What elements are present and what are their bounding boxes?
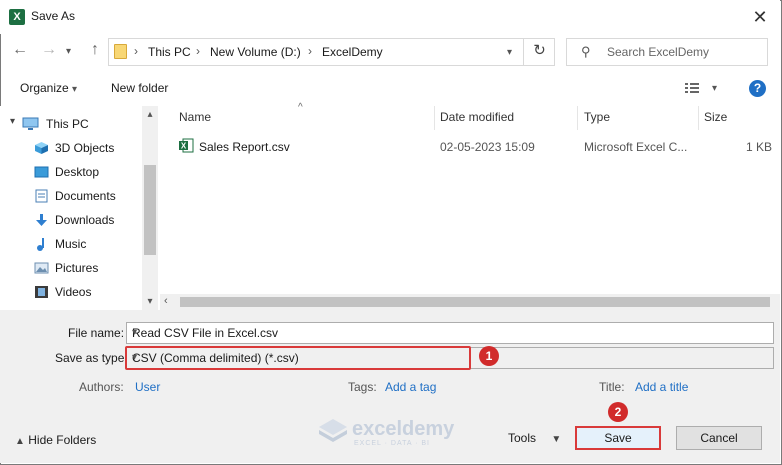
- tags-value[interactable]: Add a tag: [385, 380, 436, 394]
- breadcrumb-separator[interactable]: ›: [196, 44, 200, 58]
- title-label: Title:: [599, 380, 625, 394]
- new-folder-button[interactable]: New folder: [111, 81, 168, 95]
- window-title: Save As: [31, 9, 76, 23]
- scroll-down-icon[interactable]: ▾: [142, 296, 158, 307]
- search-placeholder[interactable]: Search ExcelDemy: [607, 45, 709, 59]
- sidebar-item-label: 3D Objects: [55, 141, 115, 155]
- desktop-icon: [34, 165, 49, 179]
- column-header-size[interactable]: Size: [704, 110, 727, 124]
- close-icon[interactable]: ✕: [748, 6, 772, 28]
- sort-ascending-icon: ^: [298, 102, 303, 113]
- organize-label: Organize: [20, 81, 69, 95]
- file-name-label: File name:: [68, 326, 125, 340]
- title-bar: X Save As ✕: [0, 0, 780, 34]
- chevron-up-icon: ▲: [15, 436, 25, 447]
- pictures-icon: [34, 261, 49, 275]
- step-badge-1: 1: [479, 346, 499, 366]
- scroll-left-icon[interactable]: ‹: [164, 295, 168, 307]
- column-header-type[interactable]: Type: [584, 110, 610, 124]
- horizontal-scroll-thumb[interactable]: [180, 297, 770, 307]
- column-divider[interactable]: [577, 106, 578, 130]
- breadcrumb-separator[interactable]: ›: [308, 44, 312, 58]
- highlight-box: [125, 346, 471, 370]
- sidebar-item-pictures[interactable]: Pictures: [0, 256, 142, 280]
- organize-button[interactable]: Organize ▾: [20, 81, 77, 95]
- sidebar-item-label: Downloads: [55, 213, 115, 227]
- authors-value[interactable]: User: [135, 380, 160, 394]
- pc-icon: [22, 117, 39, 131]
- svg-text:X: X: [181, 142, 187, 151]
- videos-icon: [34, 285, 49, 299]
- file-name[interactable]: Sales Report.csv: [199, 140, 290, 154]
- sidebar-item-this-pc[interactable]: ▾ This PC: [0, 112, 142, 136]
- sidebar-item-label: This PC: [46, 117, 89, 131]
- chevron-down-icon[interactable]: ▾: [132, 327, 767, 338]
- watermark-tagline: EXCEL · DATA · BI: [354, 440, 430, 447]
- help-icon[interactable]: ?: [749, 80, 766, 97]
- chevron-down-icon: ▾: [72, 84, 78, 95]
- cube-icon: [34, 141, 49, 155]
- music-icon: [34, 237, 49, 251]
- tags-label: Tags:: [348, 380, 377, 394]
- address-bar[interactable]: › This PC › New Volume (D:) › ExcelDemy …: [108, 38, 555, 66]
- file-size: 1 KB: [746, 140, 773, 154]
- navigation-pane: ▾ This PC 3D Objects Desktop Documents D…: [0, 106, 158, 310]
- column-divider[interactable]: [698, 106, 699, 130]
- search-icon: ⚲: [581, 44, 591, 59]
- expand-chevron-icon[interactable]: ▾: [10, 116, 15, 127]
- folder-icon: [114, 44, 127, 59]
- download-icon: [34, 213, 49, 227]
- title-value[interactable]: Add a title: [635, 380, 688, 394]
- sidebar-item-videos[interactable]: Videos: [0, 280, 142, 304]
- sidebar-item-3d-objects[interactable]: 3D Objects: [0, 136, 142, 160]
- save-as-type-label: Save as type:: [55, 351, 128, 365]
- hide-folders-label: Hide Folders: [28, 433, 97, 447]
- search-box[interactable]: ⚲ Search ExcelDemy: [566, 38, 768, 66]
- sidebar-item-desktop[interactable]: Desktop: [0, 160, 142, 184]
- hide-folders-button[interactable]: ▲ Hide Folders: [15, 433, 96, 447]
- sidebar-scroll-thumb[interactable]: [144, 165, 156, 255]
- refresh-icon[interactable]: ↻: [523, 38, 555, 66]
- authors-label: Authors:: [79, 380, 124, 394]
- cancel-button[interactable]: Cancel: [676, 426, 762, 450]
- view-options-icon[interactable]: [685, 82, 701, 94]
- column-header-name[interactable]: Name: [179, 110, 211, 124]
- sidebar-item-downloads[interactable]: Downloads: [0, 208, 142, 232]
- recent-locations-chevron-icon[interactable]: ▾: [66, 46, 71, 57]
- sidebar-item-music[interactable]: Music: [0, 232, 142, 256]
- up-arrow-icon[interactable]: ↑: [84, 40, 106, 62]
- sidebar-item-label: Music: [55, 237, 87, 251]
- column-header-date-modified[interactable]: Date modified: [440, 110, 514, 124]
- forward-arrow-icon[interactable]: →: [38, 40, 60, 62]
- column-divider[interactable]: [434, 106, 435, 130]
- breadcrumb-exceldemy[interactable]: ExcelDemy: [322, 45, 383, 59]
- file-name-input[interactable]: Read CSV File in Excel.csv ▾: [126, 322, 774, 344]
- excel-csv-icon: X: [179, 138, 194, 153]
- command-bar: Organize ▾ New folder ▾: [0, 72, 780, 106]
- sidebar-item-label: Desktop: [55, 165, 100, 179]
- address-dropdown-icon[interactable]: ▾: [507, 47, 512, 58]
- chevron-down-icon: ▼: [551, 434, 562, 445]
- sidebar-item-label: Documents: [55, 189, 116, 203]
- breadcrumb-separator[interactable]: ›: [134, 44, 138, 58]
- back-arrow-icon[interactable]: ←: [9, 40, 31, 62]
- sidebar-item-label: Pictures: [55, 261, 99, 275]
- save-button[interactable]: Save: [575, 426, 661, 450]
- breadcrumb-new-volume[interactable]: New Volume (D:): [210, 45, 301, 59]
- step-badge-2: 2: [608, 402, 628, 422]
- tools-button[interactable]: Tools ▼: [508, 431, 561, 445]
- scroll-up-icon[interactable]: ▴: [142, 109, 158, 120]
- sidebar-item-documents[interactable]: Documents: [0, 184, 142, 208]
- tools-label: Tools: [508, 431, 537, 445]
- file-type: Microsoft Excel C...: [584, 140, 688, 154]
- documents-icon: [34, 189, 49, 203]
- excel-icon: X: [9, 9, 25, 25]
- sidebar-item-label: Videos: [55, 285, 92, 299]
- watermark-brand: exceldemy: [352, 418, 455, 440]
- file-date-modified: 02-05-2023 15:09: [440, 140, 535, 154]
- breadcrumb-this-pc[interactable]: This PC: [148, 45, 191, 59]
- view-dropdown-icon[interactable]: ▾: [712, 83, 717, 94]
